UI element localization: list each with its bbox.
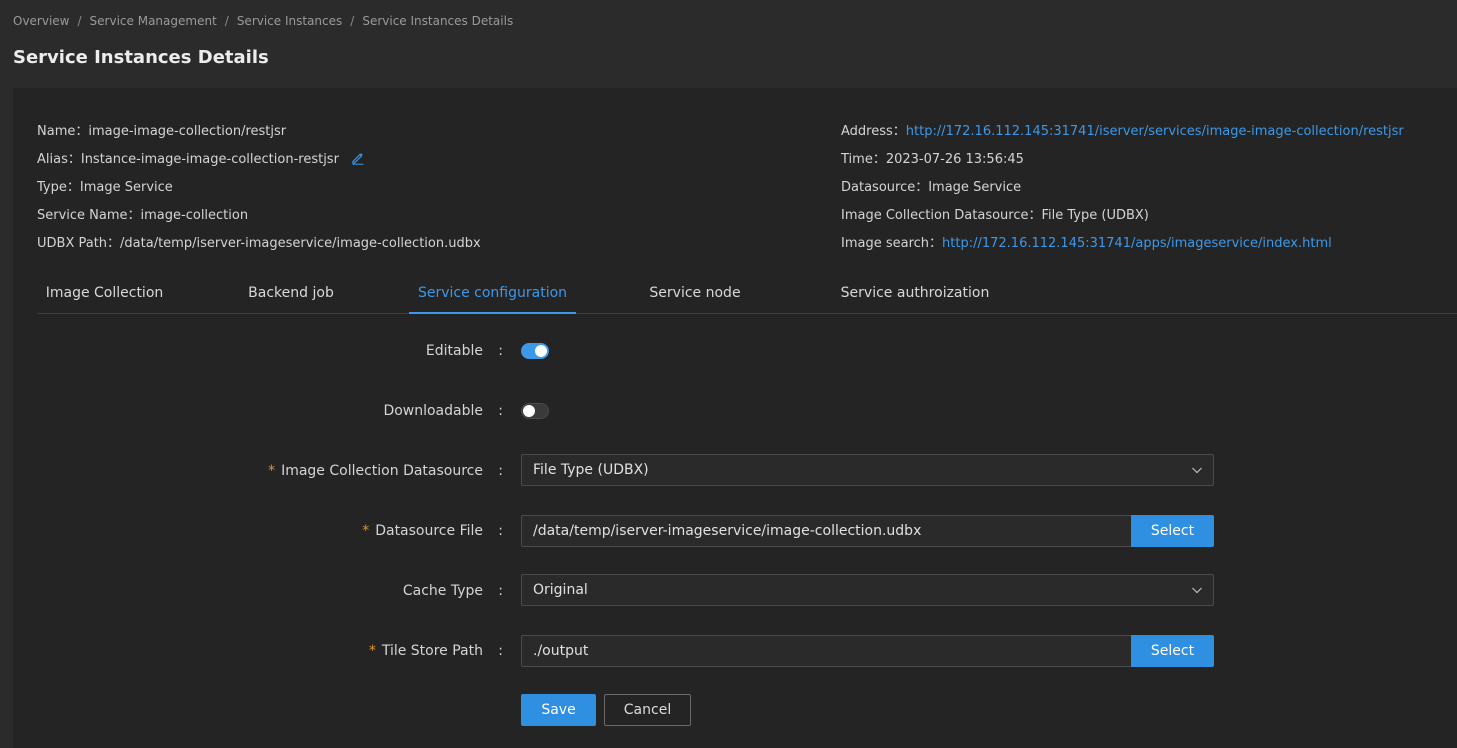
image-collection-datasource-label-text: Image Collection Datasource [281,463,483,479]
info-service-name: Service Name：image-collection [37,206,481,234]
info-label: Datasource： [841,180,929,195]
required-mark: * [362,523,370,539]
tile-store-path-select-button[interactable]: Select [1131,635,1214,667]
info-value: /data/temp/iserver-imageservice/image-co… [120,236,481,251]
breadcrumb-service-management[interactable]: Service Management [90,14,217,28]
details-panel: Name：image-image-collection/restjsr Alia… [13,88,1457,748]
tile-store-path-label: * Tile Store Path: [143,641,503,661]
info-label: UDBX Path： [37,236,121,251]
info-time: Time：2023-07-26 13:56:45 [841,150,1404,178]
info-label: Image search： [841,236,943,251]
label-colon: : [498,343,503,359]
tab-service-node[interactable]: Service node [627,274,763,314]
tile-store-path-input[interactable]: ./output [521,635,1132,667]
tile-store-path-label-text: Tile Store Path [381,643,483,659]
label-colon: : [498,463,503,479]
cache-type-value: Original [533,582,588,598]
required-mark: * [368,643,376,659]
cache-type-label: Cache Type: [143,581,503,601]
breadcrumb-separator: / [224,14,229,28]
breadcrumb-separator: / [77,14,82,28]
switch-knob [535,345,547,357]
datasource-file-input[interactable]: /data/temp/iserver-imageservice/image-co… [521,515,1132,547]
info-value: image-collection [140,208,249,223]
chevron-down-icon [1192,467,1202,474]
image-collection-datasource-select[interactable]: File Type (UDBX) [521,454,1214,486]
info-value: File Type (UDBX) [1041,208,1149,223]
datasource-file-select-button[interactable]: Select [1131,515,1214,547]
info-datasource: Datasource：Image Service [841,178,1404,206]
pencil-icon[interactable] [351,151,365,165]
editable-label: Editable: [143,341,503,361]
breadcrumb-overview[interactable]: Overview [13,14,70,28]
image-collection-datasource-value: File Type (UDBX) [533,462,649,478]
label-colon: : [498,583,503,599]
page-title: Service Instances Details [13,47,269,68]
breadcrumb-separator: / [350,14,355,28]
tab-service-configuration[interactable]: Service configuration [409,274,576,314]
info-alias: Alias：Instance-image-image-collection-re… [37,150,481,178]
info-right-column: Address：http://172.16.112.145:31741/iser… [841,122,1404,262]
switch-knob [523,405,535,417]
tab-backend-job[interactable]: Backend job [225,274,357,314]
info-label: Alias： [37,152,81,167]
downloadable-switch[interactable] [521,403,549,419]
info-left-column: Name：image-image-collection/restjsr Alia… [37,122,481,262]
address-link[interactable]: http://172.16.112.145:31741/iserver/serv… [906,124,1404,139]
info-name: Name：image-image-collection/restjsr [37,122,481,150]
cache-type-label-text: Cache Type [402,583,483,599]
breadcrumb-service-instances[interactable]: Service Instances [237,14,342,28]
cache-type-select[interactable]: Original [521,574,1214,606]
info-label: Time： [841,152,886,167]
label-colon: : [498,403,503,419]
info-address: Address：http://172.16.112.145:31741/iser… [841,122,1404,150]
datasource-file-label-text: Datasource File [375,523,483,539]
info-type: Type：Image Service [37,178,481,206]
info-label: Address： [841,124,906,139]
editable-switch[interactable] [521,343,549,359]
tab-service-authroization[interactable]: Service authroization [827,274,1003,314]
downloadable-label-text: Downloadable [383,403,483,419]
image-collection-datasource-label: * Image Collection Datasource: [143,461,503,481]
info-label: Name： [37,124,89,139]
info-value: Image Service [928,180,1022,195]
page: Overview / Service Management / Service Inst… [0,0,1457,748]
image-search-link[interactable]: http://172.16.112.145:31741/apps/imagese… [942,236,1332,251]
datasource-file-label: * Datasource File: [143,521,503,541]
cancel-button[interactable]: Cancel [604,694,691,726]
info-value: Image Service [79,180,173,195]
info-value: 2023-07-26 13:56:45 [885,152,1024,167]
info-image-search: Image search：http://172.16.112.145:31741… [841,234,1404,262]
info-label: Image Collection Datasource： [841,208,1042,223]
breadcrumb: Overview / Service Management / Service Inst… [13,14,513,28]
save-button[interactable]: Save [521,694,596,726]
label-colon: : [498,523,503,539]
info-image-collection-datasource: Image Collection Datasource：File Type (U… [841,206,1404,234]
editable-label-text: Editable [425,343,483,359]
required-mark: * [268,463,276,479]
info-value: Instance-image-image-collection-restjsr [80,152,339,167]
breadcrumb-current: Service Instances Details [362,14,514,28]
info-label: Service Name： [37,208,141,223]
label-colon: : [498,643,503,659]
tab-bar: Image Collection Backend job Service con… [37,274,1457,314]
downloadable-label: Downloadable: [143,401,503,421]
tab-image-collection[interactable]: Image Collection [37,274,172,314]
info-udbx-path: UDBX Path：/data/temp/iserver-imageservic… [37,234,481,262]
info-value: image-image-collection/restjsr [88,124,287,139]
info-label: Type： [37,180,80,195]
chevron-down-icon [1192,587,1202,594]
